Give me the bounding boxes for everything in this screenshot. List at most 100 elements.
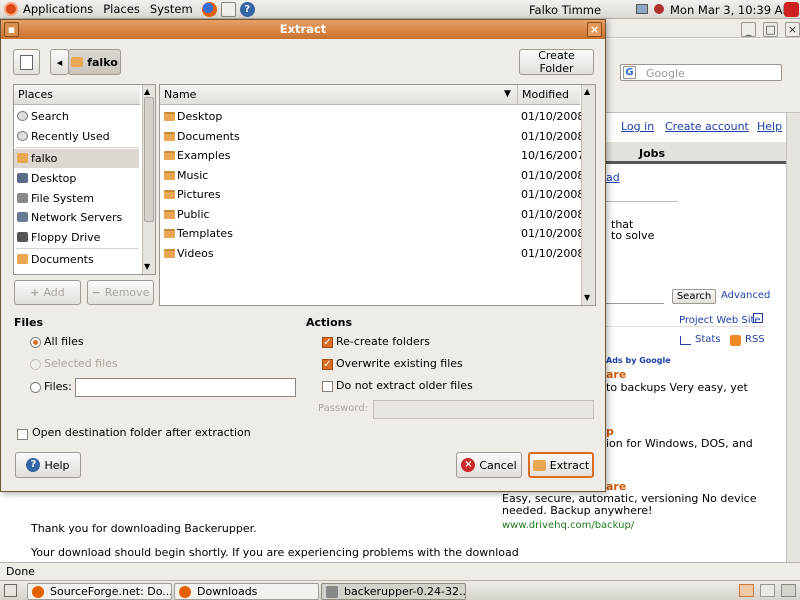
no-extract-older-label[interactable]: Do not extract older files bbox=[336, 379, 473, 392]
search-button[interactable]: Search bbox=[672, 289, 716, 304]
taskbar-item-sourceforge[interactable]: SourceForge.net: Do... bbox=[27, 583, 172, 600]
floppy-icon bbox=[17, 232, 28, 242]
window-menu-icon[interactable]: ▪ bbox=[4, 22, 19, 37]
files-pattern-input[interactable] bbox=[75, 378, 296, 397]
advanced-link[interactable]: Advanced bbox=[721, 290, 770, 301]
project-search-input[interactable] bbox=[606, 288, 664, 304]
volume-icon[interactable] bbox=[654, 4, 664, 14]
create-folder-button[interactable]: Create Folder bbox=[519, 49, 594, 75]
place-floppy-drive[interactable]: Floppy Drive bbox=[14, 228, 139, 247]
login-link[interactable]: Log in bbox=[621, 120, 654, 133]
menu-applications[interactable]: Applications bbox=[18, 2, 98, 16]
all-files-radio[interactable] bbox=[30, 337, 41, 348]
place-recently-used[interactable]: Recently Used bbox=[14, 127, 139, 146]
stats-link[interactable]: Stats bbox=[695, 334, 721, 345]
place-desktop[interactable]: Desktop bbox=[14, 169, 139, 188]
help-button[interactable]: ? Help bbox=[15, 452, 81, 478]
firefox-icon[interactable] bbox=[201, 1, 217, 17]
scroll-down-icon[interactable]: ▼ bbox=[584, 293, 590, 302]
user-name[interactable]: Falko Timme bbox=[529, 3, 601, 17]
dialog-close-icon[interactable]: × bbox=[587, 22, 602, 37]
place-label: Recently Used bbox=[31, 130, 110, 143]
place-label: Search bbox=[31, 110, 69, 123]
create-account-link[interactable]: Create account bbox=[665, 120, 749, 133]
arrow-left-icon: ◂ bbox=[56, 55, 63, 69]
open-destination-checkbox[interactable] bbox=[17, 429, 28, 440]
file-row[interactable]: Music 01/10/2008 bbox=[160, 166, 584, 185]
ad1-title[interactable]: are bbox=[606, 368, 626, 381]
scroll-down-icon[interactable]: ▼ bbox=[144, 262, 150, 271]
close-icon[interactable]: × bbox=[785, 22, 800, 37]
selected-files-radio bbox=[30, 359, 41, 370]
modified-column-header[interactable]: Modified bbox=[517, 85, 580, 105]
menu-places[interactable]: Places bbox=[98, 2, 145, 16]
recreate-folders-checkbox[interactable]: ✓ bbox=[322, 337, 333, 348]
partial-link[interactable]: ad bbox=[606, 171, 620, 184]
file-row[interactable]: Desktop 01/10/2008 bbox=[160, 107, 584, 126]
overwrite-files-label[interactable]: Overwrite existing files bbox=[336, 357, 463, 370]
file-row[interactable]: Templates 01/10/2008 bbox=[160, 224, 584, 243]
show-desktop-icon[interactable] bbox=[4, 584, 17, 597]
dialog-titlebar[interactable]: ▪ Extract × bbox=[1, 20, 605, 39]
scroll-up-icon[interactable]: ▲ bbox=[144, 87, 150, 96]
help-link[interactable]: Help bbox=[757, 120, 782, 133]
home-folder-icon bbox=[71, 57, 84, 67]
ads-by-google[interactable]: Ads by Google bbox=[606, 356, 671, 365]
place-network-servers[interactable]: Network Servers bbox=[14, 208, 139, 227]
place-falko[interactable]: falko bbox=[14, 149, 139, 168]
scroll-thumb[interactable] bbox=[144, 97, 154, 222]
trash-icon[interactable] bbox=[781, 584, 796, 597]
maximize-icon[interactable]: □ bbox=[763, 22, 778, 37]
no-extract-older-checkbox[interactable] bbox=[322, 381, 333, 392]
type-path-button[interactable] bbox=[13, 49, 40, 75]
mail-icon[interactable] bbox=[220, 1, 236, 17]
file-row[interactable]: Videos 01/10/2008 bbox=[160, 244, 584, 263]
minimize-icon[interactable]: _ bbox=[741, 22, 756, 37]
tab-jobs[interactable]: Jobs bbox=[639, 147, 665, 160]
place-file-system[interactable]: File System bbox=[14, 189, 139, 208]
taskbar-item-backerupper[interactable]: backerupper-0.24-32... bbox=[321, 583, 466, 600]
browser-toolbar: G Google bbox=[606, 39, 800, 113]
files-pattern-radio[interactable] bbox=[30, 382, 41, 393]
file-row[interactable]: Examples 10/16/2007 bbox=[160, 146, 584, 165]
scroll-up-icon[interactable]: ▲ bbox=[584, 87, 590, 96]
files-pattern-label[interactable]: Files: bbox=[44, 380, 72, 393]
file-row[interactable]: Pictures 01/10/2008 bbox=[160, 185, 584, 204]
google-search-input[interactable]: G Google bbox=[620, 64, 782, 81]
clock[interactable]: Mon Mar 3, 10:39 AM bbox=[670, 3, 792, 17]
rss-link[interactable]: RSS bbox=[745, 334, 765, 345]
cancel-button[interactable]: × Cancel bbox=[456, 452, 522, 478]
workspace-1-icon[interactable] bbox=[739, 584, 754, 597]
home-folder-icon bbox=[17, 153, 28, 163]
path-back-button[interactable]: ◂ bbox=[50, 49, 69, 75]
places-header[interactable]: Places bbox=[14, 85, 140, 105]
overwrite-files-checkbox[interactable]: ✓ bbox=[322, 359, 333, 370]
remove-button: − Remove bbox=[87, 280, 154, 305]
taskbar-item-downloads[interactable]: Downloads bbox=[174, 583, 319, 600]
text-fragment-2: to solve bbox=[611, 229, 655, 242]
file-row[interactable]: Documents 01/10/2008 bbox=[160, 127, 584, 146]
recreate-folders-label[interactable]: Re-create folders bbox=[336, 335, 430, 348]
place-documents[interactable]: Documents bbox=[14, 250, 139, 269]
menu-system[interactable]: System bbox=[145, 2, 198, 16]
ad3-url[interactable]: www.drivehq.com/backup/ bbox=[502, 520, 634, 531]
file-list-scrollbar[interactable]: ▲ ▼ bbox=[581, 85, 595, 305]
workspace-2-icon[interactable] bbox=[760, 584, 775, 597]
power-icon[interactable] bbox=[784, 2, 799, 17]
browser-scrollbar[interactable] bbox=[786, 113, 800, 562]
network-icon[interactable] bbox=[636, 4, 648, 14]
extract-button[interactable]: Extract bbox=[528, 452, 594, 478]
open-destination-label[interactable]: Open destination folder after extraction bbox=[32, 426, 251, 439]
folder-icon bbox=[164, 151, 175, 160]
file-name: Examples bbox=[177, 149, 231, 162]
project-web-site-link[interactable]: Project Web Site bbox=[679, 315, 761, 326]
path-falko-button[interactable]: falko bbox=[68, 49, 121, 75]
all-files-label[interactable]: All files bbox=[44, 335, 84, 348]
places-scrollbar[interactable]: ▲ ▼ bbox=[142, 85, 155, 274]
name-column-header[interactable]: Name ▼ bbox=[160, 85, 517, 105]
browser-titlebar: _ □ × bbox=[606, 20, 800, 38]
help-icon[interactable]: ? bbox=[239, 1, 255, 17]
file-row[interactable]: Public 01/10/2008 bbox=[160, 205, 584, 224]
place-search[interactable]: Search bbox=[14, 107, 139, 126]
folder-icon bbox=[17, 254, 28, 264]
